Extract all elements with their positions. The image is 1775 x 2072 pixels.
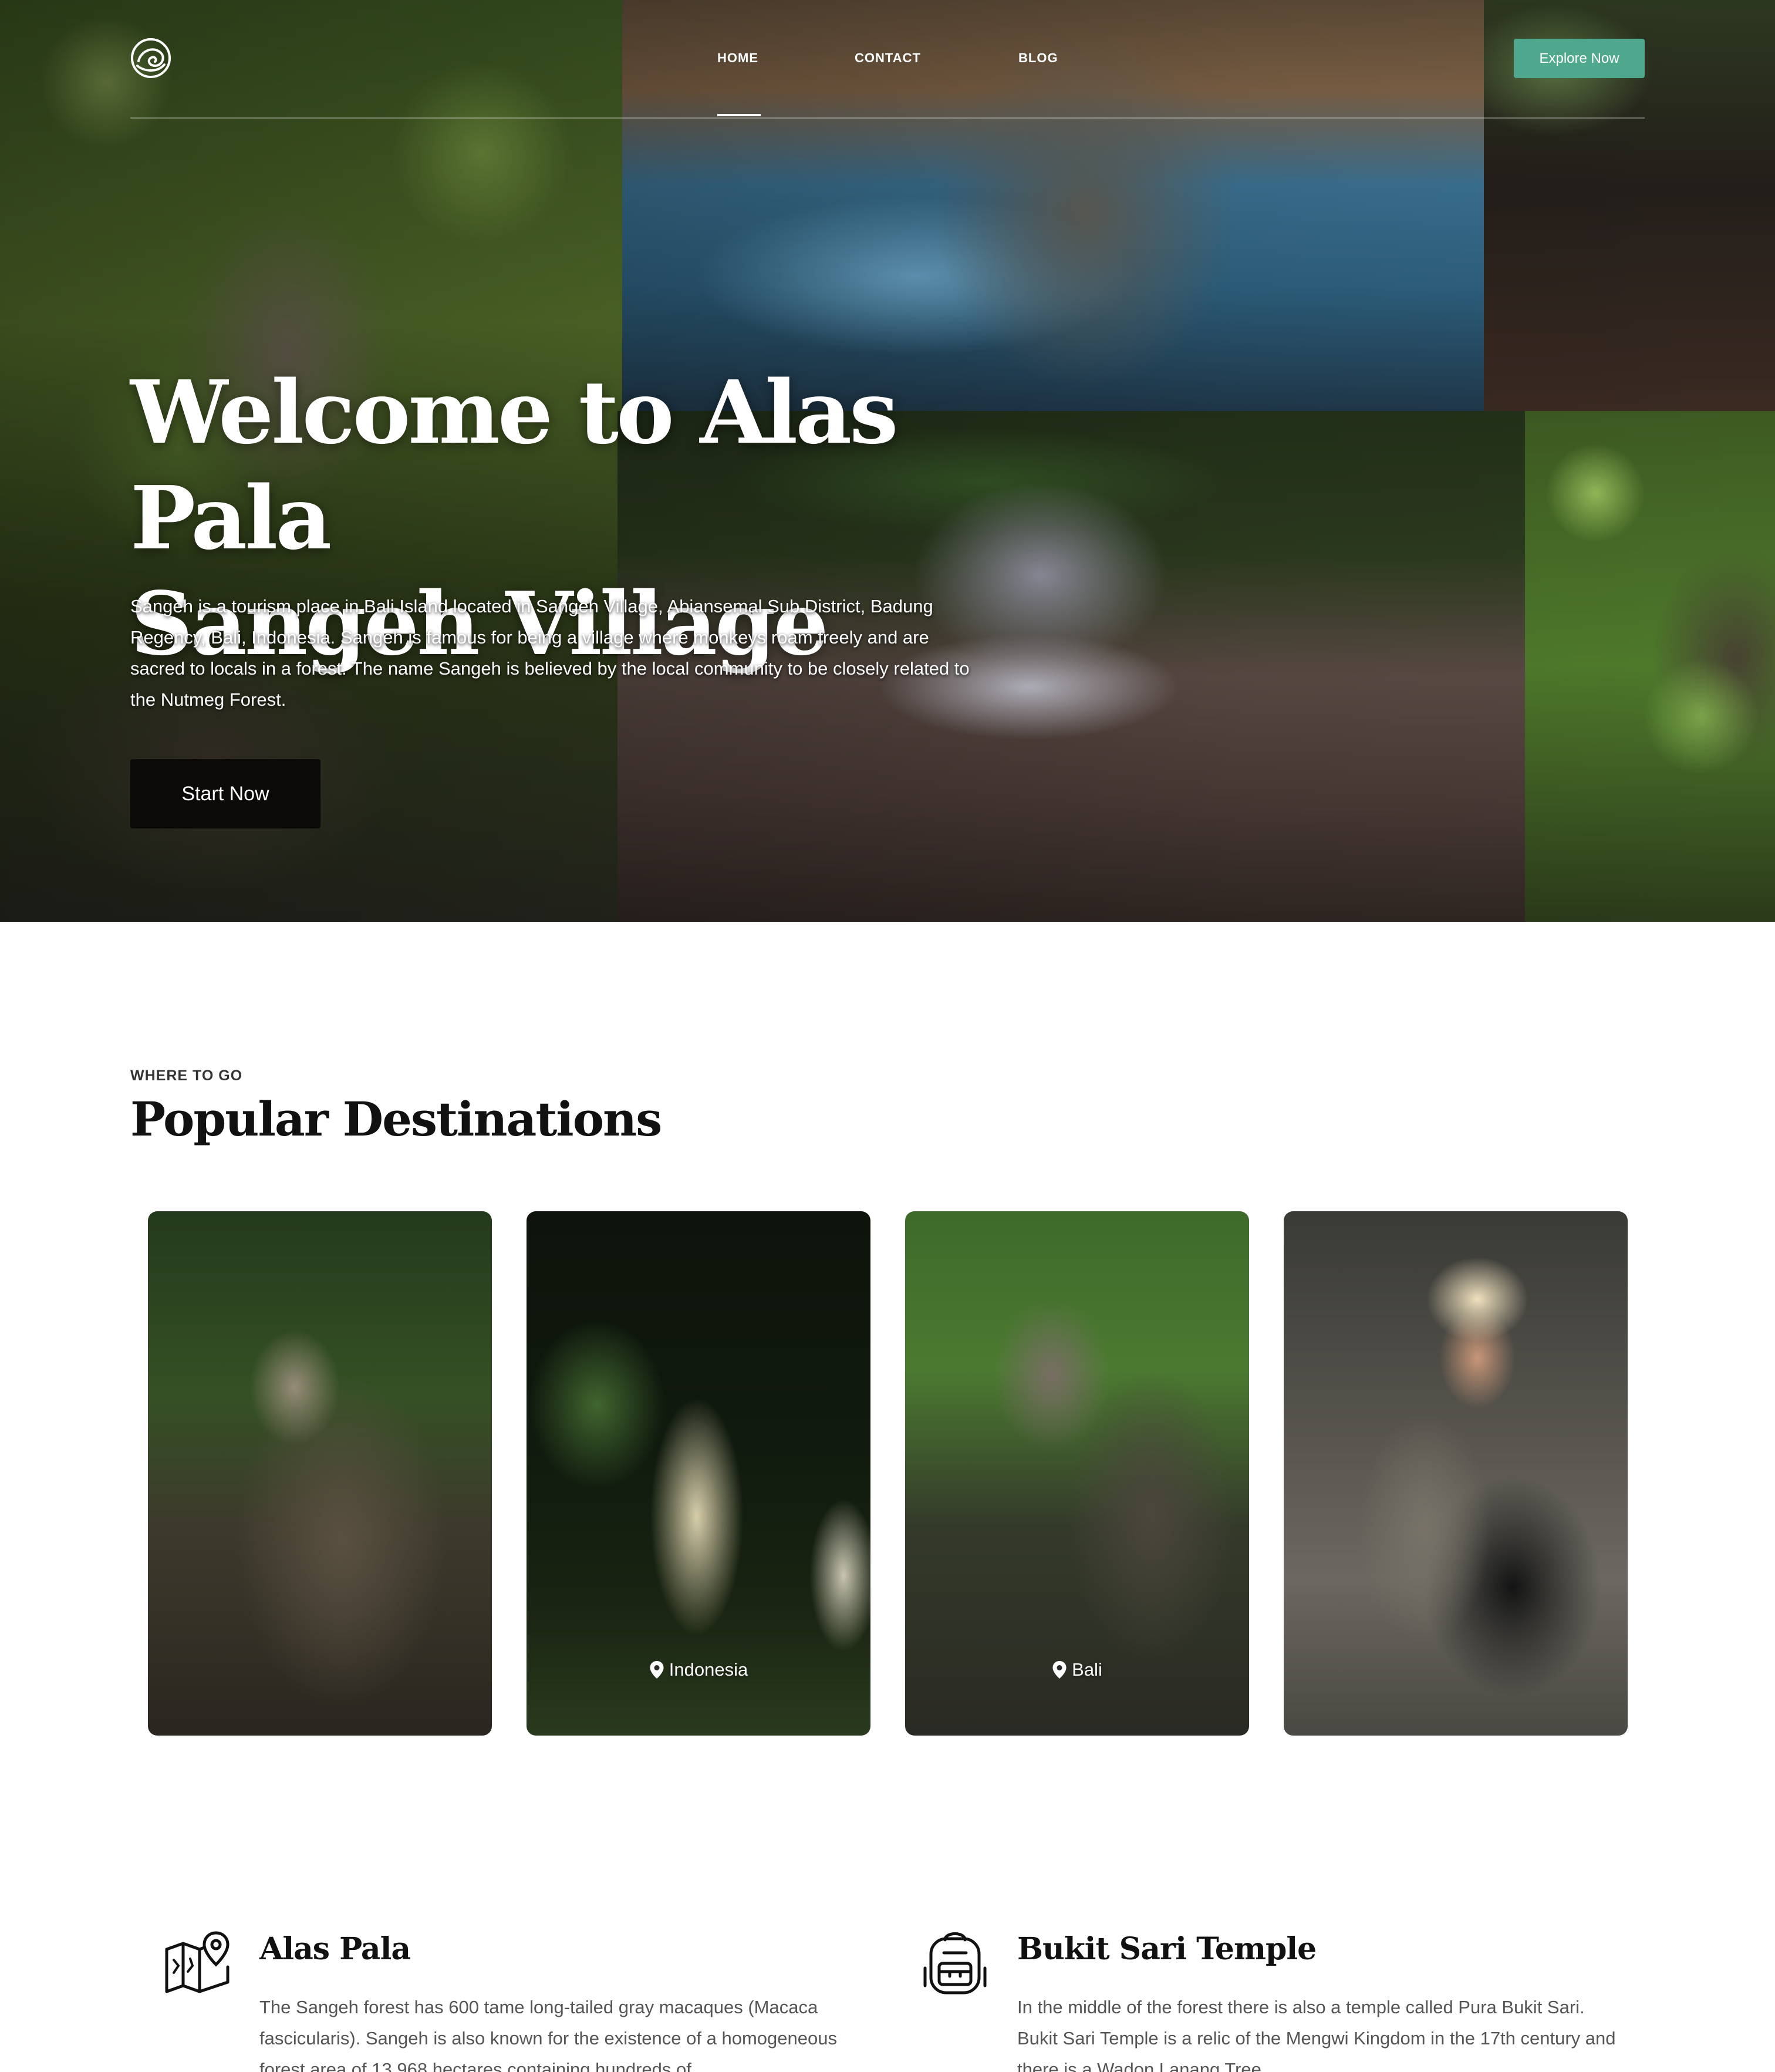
hero-section: HOME CONTACT BLOG Explore Now Welcome to… (0, 0, 1775, 922)
info-title-alas-pala: Alas Pala (259, 1931, 411, 1967)
destination-card-3[interactable]: Bali (905, 1211, 1249, 1736)
backpack-icon (923, 1932, 987, 1994)
folded-map-icon (165, 1931, 230, 1993)
destination-card-label: Indonesia (527, 1659, 870, 1680)
section-eyebrow: WHERE TO GO (130, 1067, 243, 1084)
nav-blog-link[interactable]: BLOG (1018, 50, 1058, 66)
info-text-bukit-sari: In the middle of the forest there is als… (1017, 1997, 1616, 2072)
nav-contact-link[interactable]: CONTACT (855, 50, 921, 66)
explore-now-button[interactable]: Explore Now (1514, 39, 1645, 78)
info-text-alas-pala: The Sangeh forest has 600 tame long-tail… (259, 1997, 837, 2072)
destination-card-label-text: Bali (1072, 1659, 1102, 1680)
section-title: Popular Destinations (130, 1091, 662, 1147)
destination-card-label-text: Indonesia (669, 1659, 748, 1680)
start-now-button[interactable]: Start Now (130, 759, 320, 828)
destination-card-1[interactable] (148, 1211, 492, 1736)
nav-divider (130, 117, 1645, 119)
destination-card-label: Bali (905, 1659, 1249, 1680)
nav-home-link[interactable]: HOME (717, 50, 758, 66)
info-title-bukit-sari: Bukit Sari Temple (1017, 1931, 1317, 1967)
destination-card-4[interactable] (1284, 1211, 1628, 1736)
hero-description: Sangeh is a tourism place in Bali Island… (130, 596, 970, 710)
destination-card-2[interactable]: Indonesia (527, 1211, 870, 1736)
map-pin-icon (650, 1661, 664, 1679)
map-pin-icon (1052, 1661, 1067, 1679)
swirl-logo-icon[interactable] (130, 38, 171, 79)
hero-title-line-1: Welcome to Alas Pala (130, 361, 899, 569)
nav-active-indicator (717, 114, 761, 116)
